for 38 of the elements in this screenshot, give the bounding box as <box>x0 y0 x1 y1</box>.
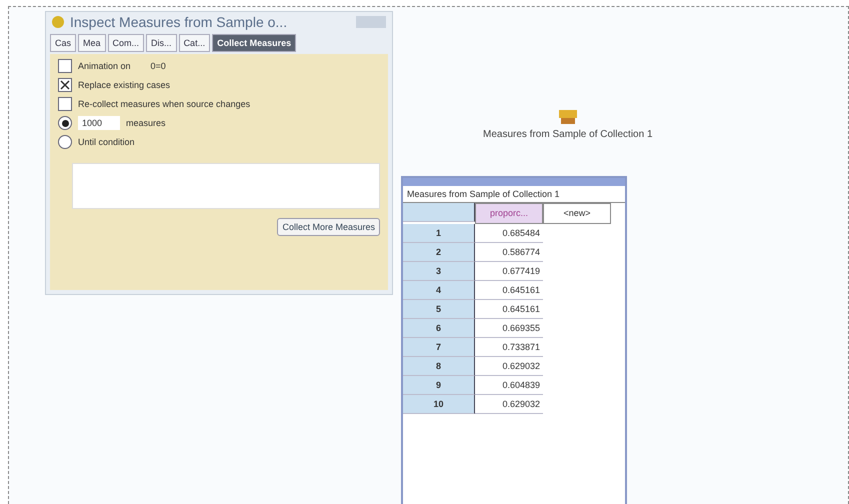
row-number: 4 <box>403 281 475 300</box>
tab[interactable]: Cas <box>50 34 76 52</box>
column-header[interactable]: proporc... <box>475 203 543 224</box>
tab[interactable]: Collect Measures <box>212 34 296 52</box>
checkbox[interactable] <box>58 97 72 111</box>
tab[interactable]: Dis... <box>146 34 177 52</box>
radio-label: measures <box>126 118 166 128</box>
collect-button[interactable]: Collect More Measures <box>277 218 380 236</box>
row-number: 5 <box>403 300 475 319</box>
checkbox-label: Animation on <box>78 61 131 71</box>
tab[interactable]: Com... <box>108 34 144 52</box>
checkbox-label: Replace existing cases <box>78 80 170 90</box>
radio-label: Until condition <box>78 137 135 147</box>
column-header[interactable]: <new> <box>543 203 611 224</box>
tab[interactable]: Mea <box>78 34 106 52</box>
row-number: 6 <box>403 319 475 338</box>
checkbox[interactable] <box>58 59 72 73</box>
counter-text: 0=0 <box>150 61 166 71</box>
row-number: 3 <box>403 262 475 281</box>
row-number: 2 <box>403 243 475 262</box>
row-number: 1 <box>403 224 475 243</box>
collection-label: Measures from Sample of Collection 1 <box>483 129 653 140</box>
condition-field[interactable] <box>72 163 380 209</box>
row-number: 10 <box>403 395 475 414</box>
window-title: Inspect Measures from Sample o... <box>70 14 288 30</box>
radio-button[interactable] <box>58 135 72 149</box>
app-icon <box>52 16 64 28</box>
count-field[interactable]: 1000 <box>78 116 120 130</box>
row-number: 9 <box>403 376 475 395</box>
cross-icon <box>60 80 70 90</box>
row-number: 8 <box>403 357 475 376</box>
checkbox[interactable] <box>58 78 72 92</box>
radio-button[interactable] <box>58 116 72 130</box>
row-number: 7 <box>403 338 475 357</box>
checkbox-label: Re-collect measures when source changes <box>78 99 250 109</box>
tab[interactable]: Cat... <box>178 34 210 52</box>
corner-cell <box>403 203 475 222</box>
collection-icon[interactable] <box>558 109 578 125</box>
